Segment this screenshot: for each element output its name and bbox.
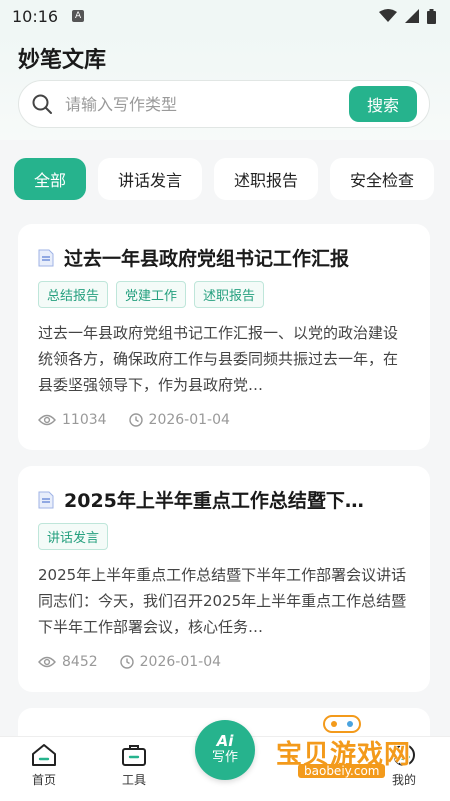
view-count-value: 8452	[62, 654, 98, 670]
search-button[interactable]: 搜索	[349, 86, 417, 122]
view-count: 11034	[38, 412, 107, 428]
battery-icon	[427, 8, 436, 24]
tag[interactable]: 总结报告	[38, 281, 109, 308]
view-count: 8452	[38, 654, 98, 670]
card-meta: 8452 2026-01-04	[38, 654, 410, 670]
publish-date-value: 2026-01-04	[148, 412, 230, 428]
nav-tools[interactable]: 工具	[104, 743, 164, 788]
tag[interactable]: 述职报告	[194, 281, 265, 308]
category-tabs: 全部 讲话发言 述职报告 安全检查	[14, 158, 450, 200]
watermark: 宝贝游戏网 baobeiy.com	[276, 712, 426, 782]
search-input[interactable]	[63, 93, 349, 115]
card-description: 过去一年县政府党组书记工作汇报一、以党的政治建设统领各方，确保政府工作与县委同频…	[38, 324, 399, 394]
tab-speech[interactable]: 讲话发言	[98, 158, 203, 200]
clock-icon	[128, 413, 143, 427]
document-icon	[38, 249, 54, 266]
toolbox-icon	[122, 745, 146, 766]
document-icon	[38, 491, 54, 508]
signal-icon	[405, 9, 419, 23]
status-bar: 10:16 A	[0, 0, 450, 32]
ai-badge: Ai	[216, 732, 234, 750]
document-card[interactable]: 2025年上半年重点工作总结暨下… 讲话发言 2025年上半年重点工作总结暨下半…	[18, 466, 430, 692]
tag-row: 总结报告 党建工作 述职报告	[38, 281, 410, 308]
app-title: 妙笔文库	[18, 48, 107, 73]
search-box[interactable]: 搜索	[18, 80, 430, 128]
header: 妙笔文库 搜索	[0, 32, 450, 140]
clock-icon	[119, 655, 134, 669]
card-title-row: 过去一年县政府党组书记工作汇报	[38, 244, 410, 271]
gamepad-icon	[323, 715, 361, 733]
write-label: 写作	[211, 750, 238, 765]
notification-a-icon: A	[72, 10, 85, 22]
status-left: 10:16 A	[12, 6, 85, 26]
nav-home-label: 首页	[31, 773, 56, 787]
tag[interactable]: 党建工作	[116, 281, 187, 308]
view-count-value: 11034	[62, 412, 107, 428]
publish-date: 2026-01-04	[128, 412, 230, 428]
nav-home[interactable]: 首页	[14, 743, 74, 788]
card-title-row: 2025年上半年重点工作总结暨下…	[38, 486, 410, 513]
document-card[interactable]: 过去一年县政府党组书记工作汇报 总结报告 党建工作 述职报告 过去一年县政府党组…	[18, 224, 430, 450]
publish-date-value: 2026-01-04	[139, 654, 222, 670]
card-description: 2025年上半年重点工作总结暨下半年工作部署会议讲话同志们：今天，我们召开202…	[38, 566, 407, 636]
status-time: 10:16	[12, 6, 59, 26]
card-title: 2025年上半年重点工作总结暨下…	[64, 490, 364, 512]
tag[interactable]: 讲话发言	[38, 523, 109, 550]
watermark-url: baobeiy.com	[298, 764, 386, 778]
search-icon	[32, 94, 52, 114]
card-title: 过去一年县政府党组书记工作汇报	[64, 248, 350, 270]
publish-date: 2026-01-04	[119, 654, 222, 670]
tag-row: 讲话发言	[38, 523, 410, 550]
nav-tools-label: 工具	[121, 773, 146, 787]
tab-all[interactable]: 全部	[14, 158, 87, 200]
eye-icon	[38, 656, 56, 668]
write-button[interactable]: Ai 写作	[195, 720, 255, 780]
tab-safety-check[interactable]: 安全检查	[330, 158, 435, 200]
card-meta: 11034 2026-01-04	[38, 412, 410, 428]
eye-icon	[38, 414, 56, 426]
status-right	[379, 8, 436, 24]
home-icon	[32, 744, 56, 766]
tab-work-report[interactable]: 述职报告	[214, 158, 319, 200]
wifi-icon	[379, 9, 397, 22]
